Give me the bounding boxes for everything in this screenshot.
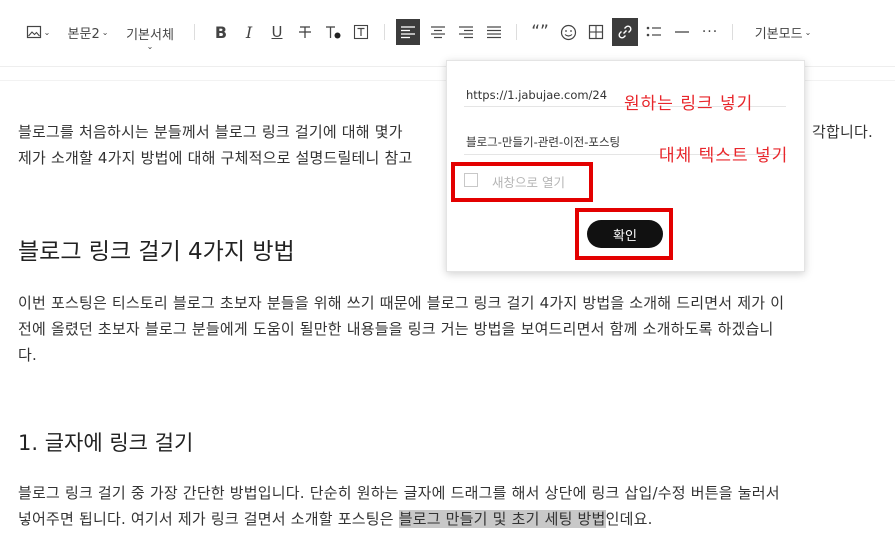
paragraph-line: 전에 올렸던 초보자 블로그 분들에게 도움이 될만한 내용들을 링크 거는 방… xyxy=(18,320,774,338)
horizontal-rule-button[interactable] xyxy=(670,20,694,44)
more-button[interactable]: ··· xyxy=(698,20,722,44)
align-right-icon xyxy=(459,26,473,39)
paragraph-line: 블로그 링크 걸기 중 가장 간단한 방법입니다. 단순히 원하는 글자에 드래… xyxy=(18,484,780,502)
align-left-icon xyxy=(401,26,415,39)
text-background-button[interactable] xyxy=(350,20,372,44)
text-color-button[interactable] xyxy=(322,20,344,44)
align-right-button[interactable] xyxy=(454,20,478,44)
bold-icon: B xyxy=(214,22,228,42)
toolbar-separator xyxy=(516,24,517,40)
confirm-highlight-box xyxy=(575,208,673,260)
paragraph-style-label: 본문2 xyxy=(67,26,100,42)
align-center-icon xyxy=(431,26,445,39)
table-icon xyxy=(588,24,604,40)
chevron-down-icon: ⌄ xyxy=(43,27,51,37)
underline-button[interactable]: U xyxy=(266,20,288,44)
paragraph-style-dropdown[interactable]: 본문2 ⌄ xyxy=(64,20,112,44)
paragraph-line: 다. xyxy=(18,346,37,364)
italic-button[interactable]: I xyxy=(238,20,260,44)
link-button[interactable] xyxy=(612,18,638,46)
smiley-icon xyxy=(560,24,576,40)
editor-mode-label: 기본모드 xyxy=(754,26,803,42)
section-heading-1[interactable]: 블로그 링크 걸기 4가지 방법 xyxy=(18,232,295,266)
chevron-down-icon: ⌄ xyxy=(146,41,154,51)
table-button[interactable] xyxy=(584,20,608,44)
emoticon-button[interactable] xyxy=(556,20,580,44)
quote-icon: “” xyxy=(531,22,549,42)
toolbar-separator xyxy=(384,24,385,40)
image-icon xyxy=(26,25,41,39)
text-annotation: 대체 텍스트 넣기 xyxy=(659,146,789,166)
font-family-dropdown[interactable]: 기본서체 ⌄ xyxy=(122,20,178,51)
editor-toolbar: ⌄ 본문2 ⌄ 기본서체 ⌄ B I U “” ··· 기본모드 ⌄ xyxy=(0,0,895,66)
font-family-label: 기본서체 xyxy=(126,27,174,43)
toolbar-separator xyxy=(194,24,195,40)
paragraph-line: 넣어주면 됩니다. 여기서 제가 링크 걸면서 소개할 포스팅은 블로그 만들기… xyxy=(18,510,653,528)
new-window-highlight-box xyxy=(451,162,593,202)
strikethrough-button[interactable] xyxy=(294,20,316,44)
more-dots-icon: ··· xyxy=(701,24,719,40)
toolbar-separator xyxy=(732,24,733,40)
section-heading-2[interactable]: 1. 글자에 링크 걸기 xyxy=(18,427,193,457)
bold-button[interactable]: B xyxy=(210,20,232,44)
text-background-icon xyxy=(353,24,369,40)
quote-button[interactable]: “” xyxy=(528,20,552,44)
image-insert-button[interactable]: ⌄ xyxy=(24,20,52,44)
align-justify-icon xyxy=(487,26,501,39)
chevron-down-icon: ⌄ xyxy=(101,27,109,37)
italic-icon: I xyxy=(245,22,253,42)
underline-icon: U xyxy=(271,23,283,41)
align-center-button[interactable] xyxy=(426,20,450,44)
url-annotation: 원하는 링크 넣기 xyxy=(624,94,754,114)
align-left-button[interactable] xyxy=(396,19,420,45)
text-color-icon xyxy=(326,26,341,39)
link-icon xyxy=(618,25,632,39)
align-justify-button[interactable] xyxy=(482,20,506,44)
paragraph-line: 이번 포스팅은 티스토리 블로그 초보자 분들을 위해 쓰기 때문에 블로그 링… xyxy=(18,294,785,312)
list-icon xyxy=(646,26,661,37)
body-paragraph-2[interactable]: 이번 포스팅은 티스토리 블로그 초보자 분들을 위해 쓰기 때문에 블로그 링… xyxy=(18,290,878,368)
body-paragraph-3[interactable]: 블로그 링크 걸기 중 가장 간단한 방법입니다. 단순히 원하는 글자에 드래… xyxy=(18,480,878,532)
editor-mode-dropdown[interactable]: 기본모드 ⌄ xyxy=(750,20,816,44)
horizontal-line-icon xyxy=(675,31,689,33)
strikethrough-icon xyxy=(299,26,311,38)
bulleted-list-button[interactable] xyxy=(642,20,666,44)
link-text-input[interactable]: 블로그-만들기-관련-이전-포스팅 xyxy=(466,134,652,150)
selected-link-text[interactable]: 블로그 만들기 및 초기 세팅 방법 xyxy=(398,510,606,528)
chevron-down-icon: ⌄ xyxy=(804,27,812,37)
link-url-input[interactable]: https://1.jabujae.com/24 xyxy=(466,88,616,102)
